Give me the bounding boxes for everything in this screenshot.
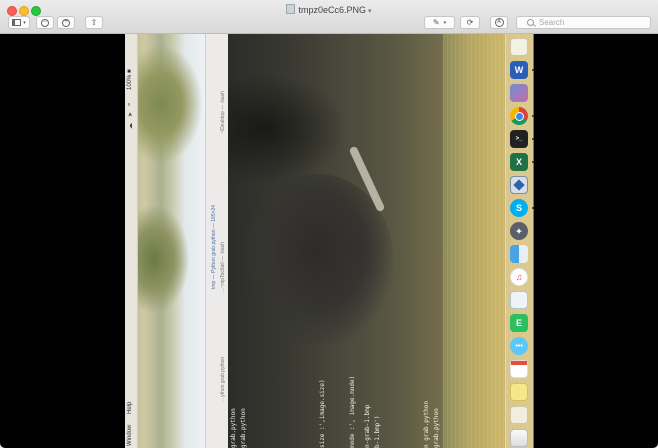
terminal-tab-bash-desktop[interactable]: ~/Desktop — -bash [220, 91, 226, 134]
search-icon [527, 19, 534, 26]
chevron-down-icon: ▾ [23, 19, 26, 26]
excel-icon[interactable]: X [510, 153, 528, 171]
stickies-icon[interactable] [510, 383, 528, 401]
running-indicator [532, 207, 534, 209]
chevron-down-icon[interactable]: ▾ [368, 8, 372, 15]
wifi-icon: ≈ [127, 102, 133, 106]
zoom-out-button[interactable]: − [36, 16, 54, 29]
rotate-icon: ⟳ [466, 18, 474, 27]
menu-bar: 100% ■ ≈ ➤ ☁ Window Help [125, 34, 138, 448]
word-icon[interactable]: W [510, 61, 528, 79]
trash-icon[interactable] [510, 429, 528, 447]
calendar-icon[interactable] [510, 360, 528, 378]
zoom-out-icon: − [41, 18, 49, 27]
terminal-line: grab.python [433, 408, 440, 448]
acacia-tree [133, 44, 203, 164]
terminal-tab-python[interactable]: ...ython grab.python [220, 357, 226, 401]
file-icon [286, 4, 296, 14]
terminal-line: grab.python [240, 408, 247, 448]
share-button[interactable]: ⇧ [85, 16, 103, 29]
annotate-button[interactable]: A [490, 16, 508, 29]
zoom-in-icon: + [62, 18, 70, 27]
chrome-center-icon [514, 111, 524, 121]
itunes-icon[interactable]: ♫ [510, 268, 528, 286]
sidebar-icon [12, 19, 22, 26]
location-icon: ➤ [128, 111, 134, 117]
finder-icon[interactable] [510, 245, 528, 263]
terminal-background: grab.python grab.python size :',image.si… [228, 34, 443, 448]
dock: W >_ X S ✦ ♫ E ••• [505, 34, 534, 448]
document-icon[interactable] [510, 406, 528, 424]
preview-icon[interactable] [510, 291, 528, 309]
skype-icon[interactable]: S [510, 199, 528, 217]
messages-icon[interactable]: ••• [510, 337, 528, 355]
evernote-letter: E [515, 318, 522, 328]
terminal-line: b-1.bmp') [374, 415, 381, 448]
status-battery: 100% ■ [127, 69, 133, 90]
search-field[interactable]: Search [516, 16, 651, 29]
terminal-tab-bash-tmp[interactable]: ...~mpToc6ail — -bash [220, 242, 226, 292]
preview-window: tmpz0eCc6.PNG ▾ ▾ − + ⇧ ✎ ▾ ⟳ A Search 1… [0, 0, 658, 448]
calendar-header-icon [511, 361, 527, 365]
cloud-icon: ☁ [128, 123, 134, 129]
search-placeholder: Search [539, 18, 565, 27]
terminal-line: mode :', image.mode) [349, 375, 356, 448]
word-letter: W [514, 65, 524, 75]
rocket-icon: ✦ [515, 226, 523, 236]
terminal-tab-bar: tmp — Python grab.python — 165×24 ...yth… [205, 34, 230, 448]
terminal-title: tmp — Python grab.python — 165×24 [211, 204, 217, 289]
speech-bubble-icon: ••• [515, 342, 523, 350]
terminal-line: size :',image.size) [319, 379, 326, 448]
photos-icon[interactable] [510, 84, 528, 102]
menu-item-help[interactable]: Help [127, 402, 133, 414]
virtualbox-icon[interactable] [510, 176, 528, 194]
window-title-text: tmpz0eCc6.PNG [298, 5, 366, 15]
music-note-icon: ♫ [515, 272, 523, 282]
zoom-in-button[interactable]: + [57, 16, 75, 29]
terminal-icon[interactable]: >_ [510, 130, 528, 148]
image-canvas: 100% ■ ≈ ➤ ☁ Window Help tmp — Python gr… [0, 34, 658, 448]
screenshot-image: 100% ■ ≈ ➤ ☁ Window Help tmp — Python gr… [125, 34, 533, 448]
menu-item-window[interactable]: Window [127, 425, 133, 446]
terminal-line: n grab.python [423, 401, 430, 448]
running-indicator [532, 161, 534, 163]
chevron-down-icon: ▾ [443, 19, 447, 26]
title-bar: tmpz0eCc6.PNG ▾ ▾ − + ⇧ ✎ ▾ ⟳ A Search [0, 0, 658, 34]
tree-silhouette [228, 74, 348, 184]
window-title: tmpz0eCc6.PNG ▾ [0, 4, 658, 15]
launchpad-icon[interactable]: ✦ [510, 222, 528, 240]
markup-button[interactable]: ✎ ▾ [424, 16, 455, 29]
running-indicator [532, 115, 534, 117]
pen-icon: ✎ [432, 18, 440, 27]
elephant-silhouette [243, 174, 393, 344]
evernote-icon[interactable]: E [510, 314, 528, 332]
chrome-icon[interactable] [510, 107, 528, 125]
notes-icon[interactable] [510, 38, 528, 56]
annotate-icon: A [494, 18, 504, 27]
excel-letter: X [515, 157, 522, 167]
terminal-prompt-icon: >_ [515, 136, 523, 142]
running-indicator [532, 69, 534, 71]
cube-icon [513, 179, 525, 191]
rotate-button[interactable]: ⟳ [460, 16, 480, 29]
acacia-tree [130, 204, 190, 314]
sidebar-toggle-button[interactable]: ▾ [8, 16, 30, 29]
running-indicator [532, 138, 534, 140]
terminal-line: n-grab-1.bmp [364, 404, 371, 448]
skype-letter: S [515, 203, 522, 213]
share-icon: ⇧ [90, 18, 98, 27]
terminal-line: grab.python [230, 408, 237, 448]
